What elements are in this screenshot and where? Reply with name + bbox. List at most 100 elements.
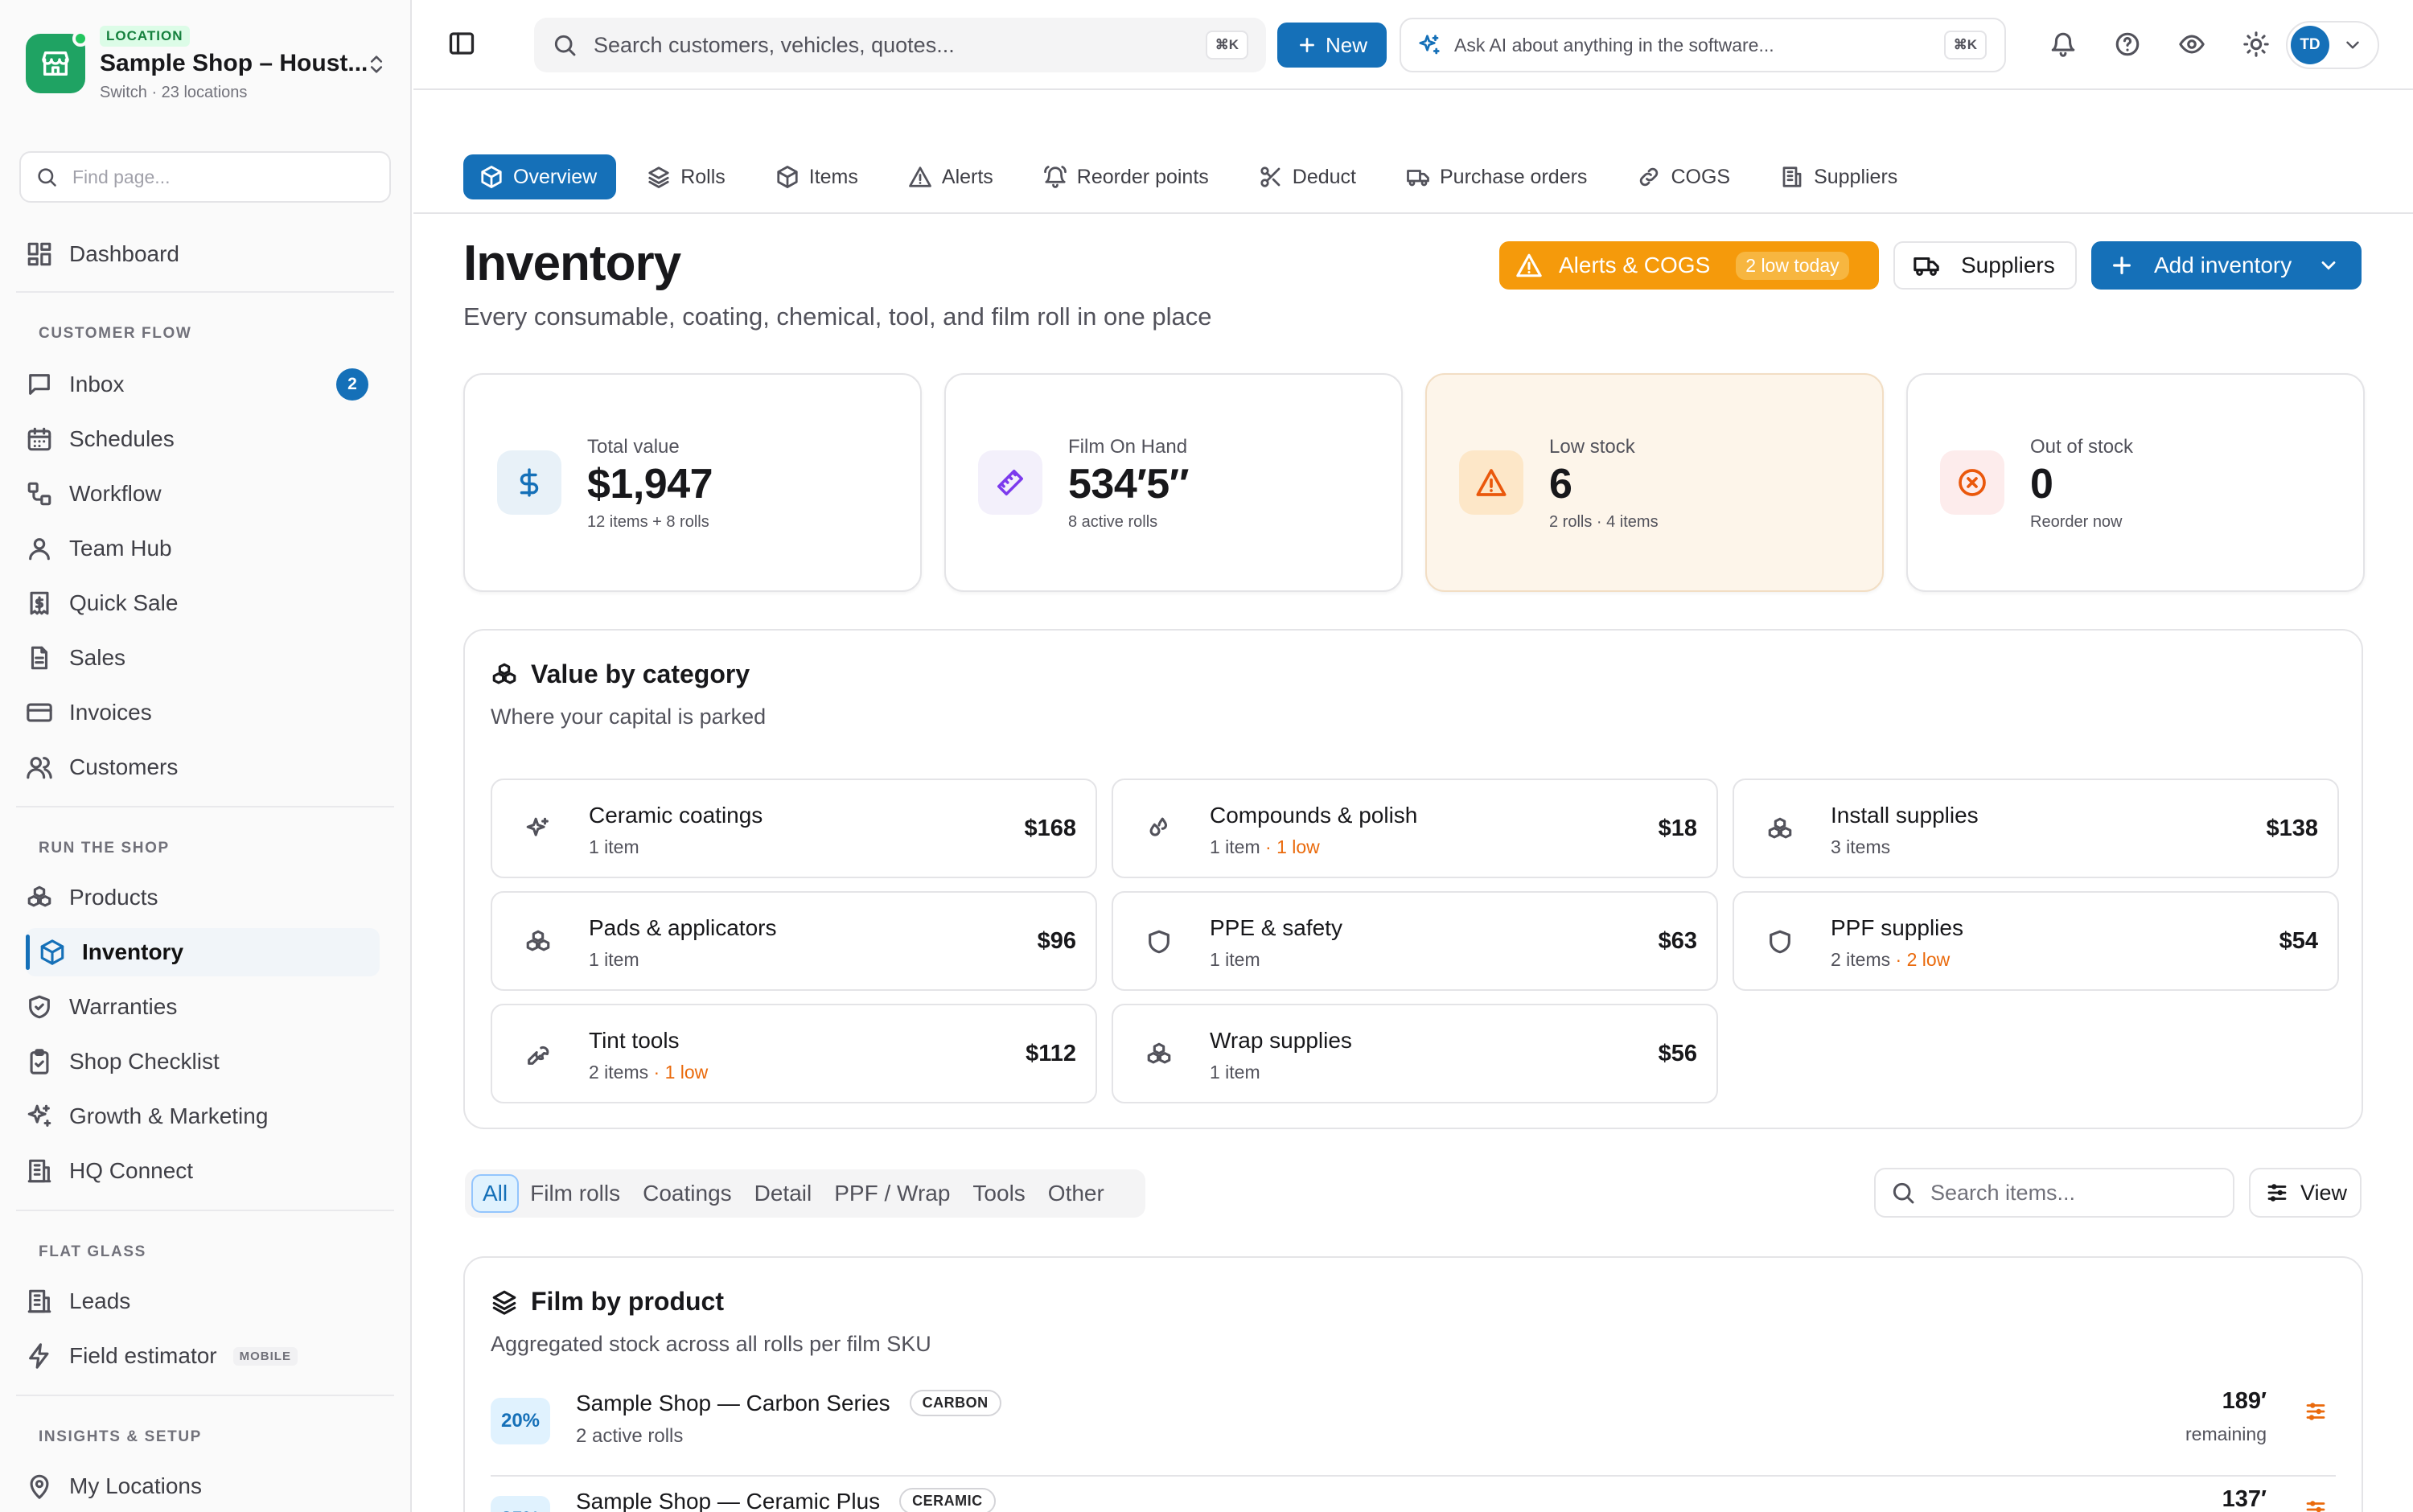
adjust-icon[interactable] (2304, 1498, 2328, 1512)
sidebar-item-label: Shop Checklist (69, 1049, 220, 1074)
search-icon (38, 168, 56, 187)
low-today-pill: 2 low today (1736, 251, 1849, 280)
film-row[interactable]: 35% Sample Shop — Ceramic Plus CERAMIC 1… (491, 1478, 2336, 1512)
tab-items[interactable]: Items (759, 154, 878, 199)
filter-other[interactable]: Other (1037, 1174, 1116, 1213)
category-count: 1 item (1210, 1062, 1260, 1083)
tab-reorder-points[interactable]: Reorder points (1027, 154, 1228, 199)
sidebar-item-my-locations[interactable]: My Locations (26, 1462, 380, 1510)
tab-purchase-orders[interactable]: Purchase orders (1390, 154, 1606, 199)
bell-icon[interactable] (2049, 31, 2077, 58)
stat-note: 12 items + 8 rolls (587, 513, 709, 531)
boxes-icon (27, 885, 51, 907)
sidebar-item-inventory[interactable]: Inventory (26, 928, 380, 976)
category-count: 1 item (1210, 949, 1260, 970)
location-switcher[interactable]: LOCATION Sample Shop – Houst... Switch ·… (26, 23, 388, 103)
inventory-tabs: Overview Rolls Items Alerts Reorder poin… (463, 154, 1917, 199)
tab-deduct[interactable]: Deduct (1243, 154, 1375, 199)
suppliers-button-label: Suppliers (1961, 253, 2055, 277)
global-search-input[interactable]: Search customers, vehicles, quotes... ⌘K (534, 18, 1266, 72)
category-install-supplies[interactable]: Install supplies 3 items $138 (1733, 779, 2339, 878)
file-icon (31, 646, 48, 670)
category-tint-tools[interactable]: Tint tools 2 items · 1 low $112 (491, 1004, 1097, 1103)
clipboard-icon (30, 1049, 49, 1074)
category-pads-applicators[interactable]: Pads & applicators 1 item $96 (491, 891, 1097, 991)
sidebar-toggle-icon[interactable] (447, 29, 476, 58)
sidebar-item-field-estimator[interactable]: Field estimator MOBILE (26, 1332, 380, 1380)
sidebar-item-invoices[interactable]: Invoices (26, 688, 380, 737)
ask-ai-input[interactable]: Ask AI about anything in the software...… (1400, 18, 2006, 72)
sidebar-item-team-hub[interactable]: Team Hub (26, 524, 380, 573)
divider (16, 1395, 394, 1396)
category-ppe-safety[interactable]: PPE & safety 1 item $63 (1112, 891, 1718, 991)
x-circle-icon (1940, 450, 2004, 515)
film-row[interactable]: 20% Sample Shop — Carbon Series CARBON 2… (491, 1380, 2336, 1477)
item-search-input[interactable]: Search items... (1874, 1168, 2234, 1218)
card-title: Film by product (491, 1287, 724, 1317)
mobile-tag: MOBILE (232, 1346, 298, 1366)
sidebar-item-label: Invoices (69, 700, 152, 725)
filter-all[interactable]: All (471, 1174, 520, 1213)
filter-tools[interactable]: Tools (961, 1174, 1036, 1213)
sun-icon[interactable] (2242, 31, 2270, 58)
box-icon (40, 939, 64, 965)
sidebar-item-inbox[interactable]: Inbox 2 (26, 360, 380, 409)
filter-detail[interactable]: Detail (743, 1174, 824, 1213)
tab-cogs[interactable]: COGS (1621, 154, 1749, 199)
stat-value: 0 (2030, 461, 2053, 507)
sidebar-item-leads[interactable]: Leads (26, 1277, 380, 1325)
filter-ppf-wrap[interactable]: PPF / Wrap (823, 1174, 961, 1213)
box-icon (481, 166, 502, 188)
filter-film-rolls[interactable]: Film rolls (519, 1174, 631, 1213)
view-options-button[interactable]: View (2249, 1168, 2362, 1218)
filter-coatings[interactable]: Coatings (631, 1174, 743, 1213)
stat-value: $1,947 (587, 461, 713, 507)
ruler-icon (978, 450, 1042, 515)
sidebar-item-quick-sale[interactable]: Quick Sale (26, 579, 380, 627)
stat-film-on-hand: Film On Hand 534′5″ 8 active rolls (944, 373, 1403, 592)
sidebar-item-warranties[interactable]: Warranties (26, 983, 380, 1031)
category-compounds-polish[interactable]: Compounds & polish 1 item · 1 low $18 (1112, 779, 1718, 878)
tab-rolls[interactable]: Rolls (631, 154, 745, 199)
divider (16, 806, 394, 807)
location-tag: LOCATION (100, 26, 190, 47)
sidebar-item-hq-connect[interactable]: HQ Connect (26, 1147, 380, 1195)
category-wrap-supplies[interactable]: Wrap supplies 1 item $56 (1112, 1004, 1718, 1103)
sidebar-item-products[interactable]: Products (26, 873, 380, 922)
stat-out-of-stock: Out of stock 0 Reorder now (1906, 373, 2365, 592)
stat-total-value: Total value $1,947 12 items + 8 rolls (463, 373, 922, 592)
sidebar-item-schedules[interactable]: Schedules (26, 415, 380, 463)
new-button-label: New (1325, 32, 1367, 57)
sidebar-item-workflow[interactable]: Workflow (26, 470, 380, 518)
sidebar-item-label: Schedules (69, 426, 175, 451)
user-menu[interactable]: TD (2286, 21, 2379, 69)
sidebar-item-label: Team Hub (69, 536, 172, 561)
category-ppf-supplies[interactable]: PPF supplies 2 items · 2 low $54 (1733, 891, 2339, 991)
item-search-placeholder: Search items... (1930, 1180, 2076, 1205)
view-button-label: View (2300, 1180, 2348, 1205)
film-percent: 35% (491, 1496, 550, 1512)
tab-alerts[interactable]: Alerts (892, 154, 1013, 199)
category-value: $56 (1658, 1041, 1697, 1066)
tab-suppliers[interactable]: Suppliers (1764, 154, 1917, 199)
suppliers-button[interactable]: Suppliers (1893, 241, 2077, 290)
card-title-text: Value by category (531, 659, 750, 688)
find-page-input[interactable]: Find page... (19, 151, 391, 203)
category-count: 1 item (589, 949, 639, 970)
new-button[interactable]: New (1277, 23, 1387, 68)
add-inventory-button[interactable]: Add inventory (2091, 241, 2362, 290)
sidebar-item-label: My Locations (69, 1473, 202, 1498)
film-name-text: Sample Shop — Ceramic Plus (576, 1488, 881, 1512)
sidebar-item-shop-checklist[interactable]: Shop Checklist (26, 1037, 380, 1086)
sidebar-item-customers[interactable]: Customers (26, 743, 380, 791)
eye-icon[interactable] (2178, 31, 2205, 58)
sidebar-item-dashboard[interactable]: Dashboard (26, 230, 380, 278)
sidebar-item-sales[interactable]: Sales (26, 634, 380, 682)
help-icon[interactable] (2114, 31, 2141, 58)
alerts-cogs-button[interactable]: Alerts & COGS 2 low today (1499, 241, 1879, 290)
category-ceramic-coatings[interactable]: Ceramic coatings 1 item $168 (491, 779, 1097, 878)
adjust-icon[interactable] (2304, 1399, 2328, 1424)
active-indicator (26, 935, 30, 970)
sidebar-item-growth-marketing[interactable]: Growth & Marketing (26, 1092, 380, 1140)
tab-overview[interactable]: Overview (463, 154, 617, 199)
